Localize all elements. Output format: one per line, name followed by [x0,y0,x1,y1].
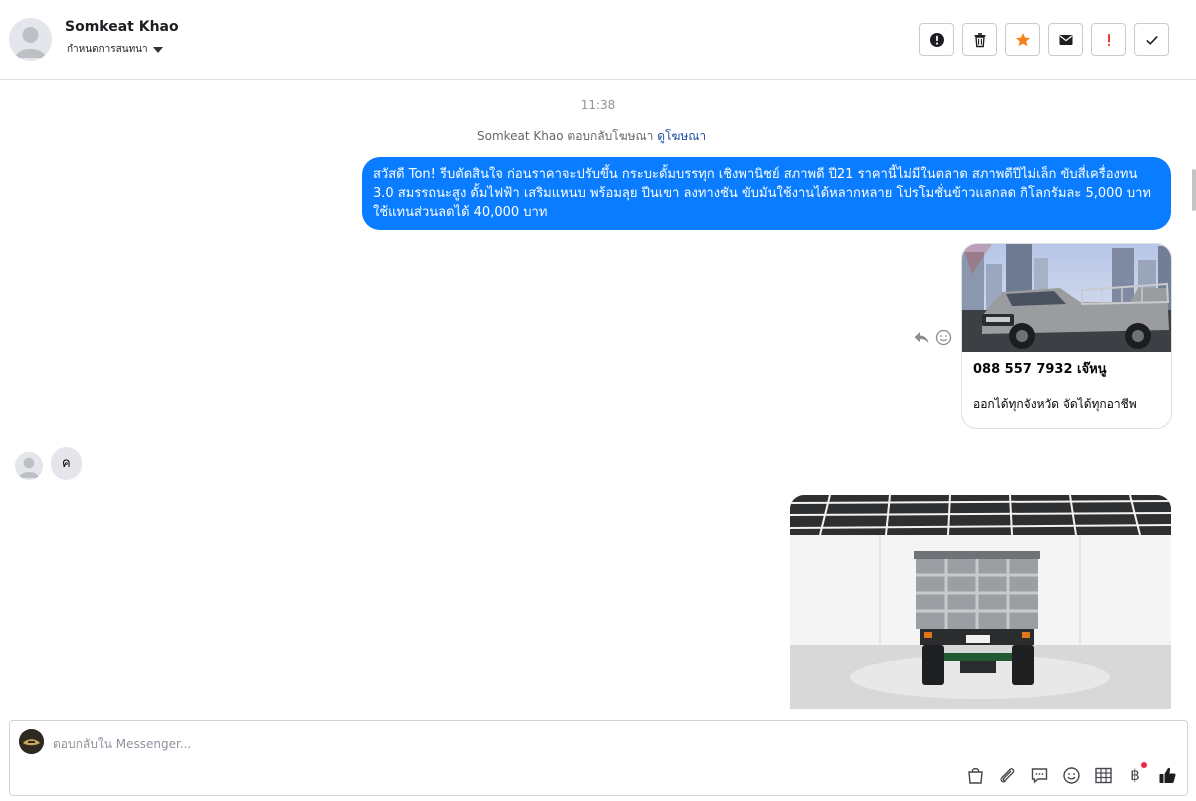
paperclip-icon [999,767,1014,783]
follow-up-button[interactable] [1091,23,1126,56]
star-button[interactable] [1005,23,1040,56]
like-button[interactable] [1157,765,1177,785]
message-thread[interactable]: 11:38 Somkeat Khao ตอบกลับโฆษณา ดูโฆษณา … [0,81,1196,713]
thread-scrollbar[interactable] [1192,169,1196,211]
message-timestamp: 11:38 [580,98,616,112]
notification-dot [1141,762,1147,768]
reply-icon[interactable] [913,329,930,346]
emoji-icon [1062,766,1080,784]
assign-conversation-label: กำหนดการสนทนา [67,44,148,55]
message-tools [913,329,952,346]
page-logo-icon [19,729,44,754]
mark-spam-button[interactable] [919,23,954,56]
envelope-icon [1059,34,1072,45]
sender-avatar[interactable] [15,452,43,480]
dump-truck-rear-photo [790,495,1171,709]
thumbs-up-icon [1159,767,1176,783]
message-composer: ฿ [9,720,1188,796]
alert-circle-icon [929,32,944,47]
star-icon [1015,32,1030,46]
page-avatar [19,729,44,754]
saved-replies-button[interactable] [1029,765,1049,785]
saved-reply-icon [1031,767,1047,784]
conversation-header: Somkeat Khao กำหนดการสนทนา [0,0,1196,80]
ad-reply-text: Somkeat Khao ตอบกลับโฆษณา [477,129,654,143]
delete-button[interactable] [962,23,997,56]
exclamation-icon [1107,33,1110,46]
header-actions [919,23,1169,56]
composer-toolbar: ฿ [965,762,1177,785]
ad-card-title: 088 557 7932 เจ๊หนู [973,362,1107,377]
contact-avatar[interactable] [9,18,52,61]
assign-conversation-dropdown[interactable]: กำหนดการสนทนา [67,42,163,57]
reply-input[interactable] [53,734,753,754]
ad-card[interactable]: 088 557 7932 เจ๊หนู ออกได้ทุกจังหวัด จัด… [961,243,1172,429]
trash-icon [974,32,985,47]
shopping-bag-icon [967,767,983,784]
check-icon [1145,35,1158,45]
caret-down-icon [152,46,163,53]
outgoing-message-bubble: สวัสดี Ton! รีบตัดสินใจ ก่อนราคาจะปรับขึ… [362,157,1171,230]
mark-done-button[interactable] [1134,23,1169,56]
view-ad-link[interactable]: ดูโฆษณา [657,129,706,143]
baht-icon: ฿ [1130,766,1140,784]
payment-button[interactable]: ฿ [1125,762,1147,785]
ad-card-subtitle: ออกได้ทุกจังหวัด จัดได้ทุกอาชีพ [973,397,1137,411]
table-icon [1094,767,1112,783]
shopping-bag-button[interactable] [965,765,985,785]
incoming-message-bubble: ค [51,447,82,480]
react-emoji-icon[interactable] [935,329,952,346]
contact-name[interactable]: Somkeat Khao [65,19,179,35]
attach-button[interactable] [997,765,1017,785]
mark-unread-button[interactable] [1048,23,1083,56]
default-user-icon [15,452,43,480]
table-button[interactable] [1093,765,1113,785]
shared-photo[interactable] [790,495,1171,709]
emoji-button[interactable] [1061,765,1081,785]
default-user-icon [9,18,52,61]
ad-reply-note: Somkeat Khao ตอบกลับโฆษณา ดูโฆษณา [477,127,706,146]
pickup-truck-photo [962,244,1171,352]
